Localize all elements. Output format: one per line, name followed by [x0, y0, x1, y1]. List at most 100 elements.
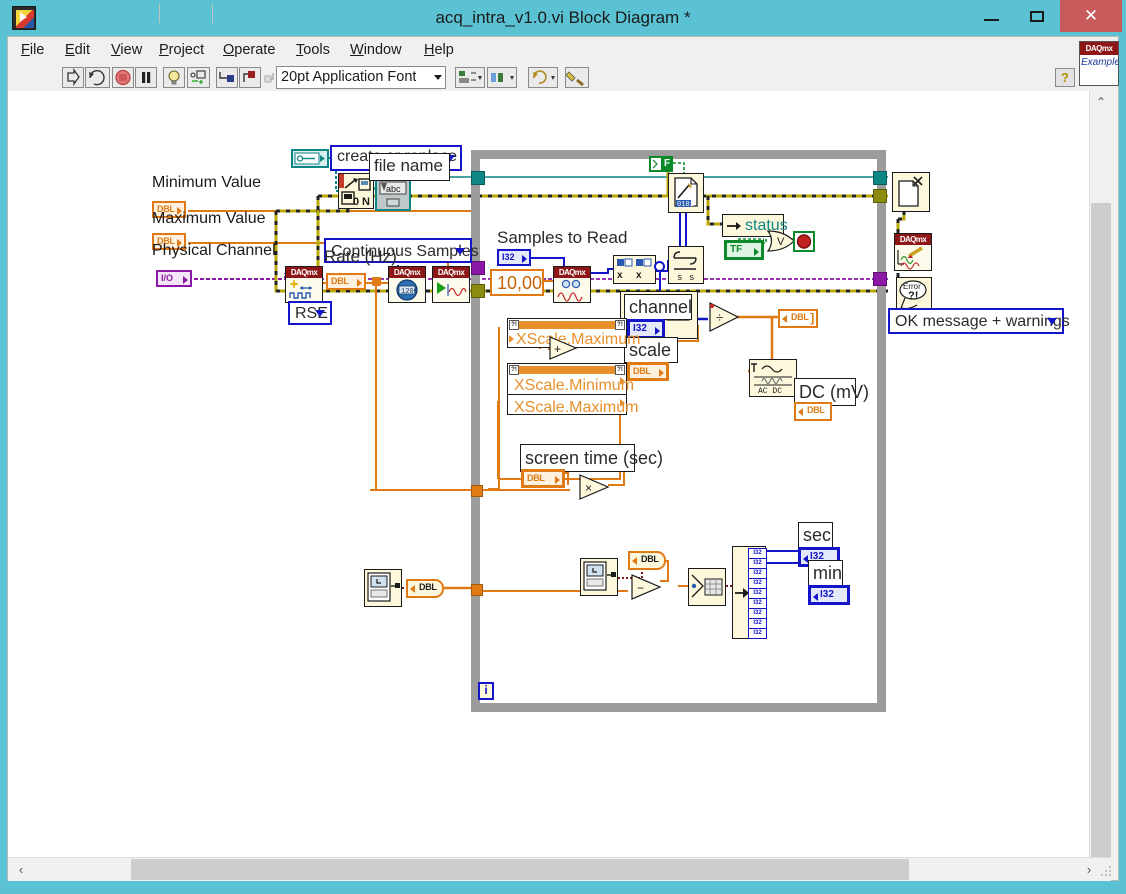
xscale-minimum-row[interactable]: XScale.Minimum	[514, 378, 634, 394]
daqmx-create-virtual-channel-vi[interactable]: DAQmx	[285, 266, 323, 303]
tunnel-file-refnum[interactable]	[471, 171, 485, 185]
step-over-button[interactable]	[239, 67, 261, 88]
tunnel-error-in[interactable]	[471, 284, 485, 298]
maximum-value-label: Maximum Value	[152, 210, 266, 227]
font-selector[interactable]: 20pt Application Font	[276, 66, 446, 89]
daqmx-start-task-vi[interactable]: DAQmx	[432, 266, 470, 303]
false-constant[interactable]: F	[649, 156, 674, 172]
menu-item-help[interactable]: Help	[417, 37, 461, 64]
rate-hz-terminal[interactable]: DBL	[326, 273, 366, 290]
daqmx-timing-vi[interactable]: DAQmx 1200	[388, 266, 426, 303]
current-time-dbl-indicator[interactable]: DBL	[628, 551, 666, 570]
loop-iteration-terminal[interactable]: i	[478, 682, 494, 700]
menu-item-edit[interactable]: Edit	[58, 37, 97, 64]
close-icon: ✕	[1083, 6, 1099, 25]
pause-button[interactable]	[135, 67, 157, 88]
array-index-node[interactable]: x x	[613, 255, 656, 284]
screen-time-terminal[interactable]: DBL	[521, 469, 565, 488]
write-to-text-file-vi[interactable]: 0101	[668, 173, 704, 213]
svg-text:x: x	[617, 270, 623, 281]
unbundle-cluster-node[interactable]: I32 I32 I32 I32 I32 I32 I32 I32 I32	[732, 546, 767, 639]
stop-button-terminal[interactable]	[793, 231, 815, 252]
title-bar: acq_intra_v1.0.vi Block Diagram * ✕	[0, 0, 1126, 36]
horizontal-scroll-thumb[interactable]	[131, 859, 909, 880]
minimize-button[interactable]	[968, 0, 1014, 32]
false-constant-value: F	[661, 157, 674, 171]
seconds-to-date-time-vi[interactable]	[688, 568, 726, 606]
daqmx-read-vi[interactable]: DAQmx	[553, 266, 591, 303]
step-into-button[interactable]	[216, 67, 238, 88]
tunnel-timestamp[interactable]	[471, 584, 483, 596]
vertical-scrollbar[interactable]: ⌃	[1089, 91, 1112, 863]
horizontal-scrollbar[interactable]: ‹ ›	[8, 857, 1111, 881]
rate-value-constant[interactable]: 10,00	[490, 269, 544, 296]
scroll-right-arrow[interactable]: ›	[1078, 858, 1100, 881]
vertical-scroll-thumb[interactable]	[1091, 203, 1111, 863]
scroll-left-arrow[interactable]: ‹	[10, 858, 32, 881]
resize-grip[interactable]	[1100, 864, 1112, 876]
run-button[interactable]	[62, 67, 84, 88]
retain-wire-values-button[interactable]	[187, 67, 210, 88]
dc-mv-terminal[interactable]: DBL	[794, 402, 832, 421]
tunnel-screen-time[interactable]	[471, 485, 483, 497]
abort-execution-button[interactable]	[112, 67, 134, 88]
sec-label: sec	[798, 522, 833, 549]
samples-to-read-label: Samples to Read	[497, 228, 628, 247]
rse-terminal-config-enum[interactable]: RSE	[288, 301, 332, 325]
menu-item-view[interactable]: View	[104, 37, 149, 64]
ac-dc-estimator-vi[interactable]: AC DC	[749, 359, 797, 397]
close-button[interactable]: ✕	[1060, 0, 1122, 32]
get-date-time-in-seconds-vi-left[interactable]	[364, 569, 402, 607]
ok-message-warnings-enum[interactable]: OK message + warnings	[888, 308, 1070, 334]
array-subset-node[interactable]: s s	[668, 246, 704, 284]
stop-boolean-terminal[interactable]: TF	[724, 240, 764, 260]
subtract-glyph: −	[637, 581, 644, 595]
context-help-button[interactable]: ?	[1055, 68, 1075, 87]
menu-item-tools[interactable]: Tools	[289, 37, 337, 64]
align-objects-button[interactable]	[455, 67, 485, 88]
xscale-maximum-row-2[interactable]: XScale.Maximum	[514, 400, 638, 416]
distribute-objects-button[interactable]	[487, 67, 517, 88]
subtract-operator[interactable]: −	[630, 573, 662, 601]
get-date-time-in-seconds-vi-loop[interactable]	[580, 558, 618, 596]
maximize-button[interactable]	[1014, 0, 1060, 32]
start-time-dbl-indicator[interactable]: DBL	[406, 579, 444, 598]
file-name-string-control[interactable]: abc	[375, 177, 411, 211]
menu-bar: File Edit View Project Operate Tools Win…	[8, 37, 1065, 65]
scroll-up-arrow[interactable]: ⌃	[1090, 91, 1112, 113]
reorder-button[interactable]	[528, 67, 558, 88]
clean-up-diagram-button[interactable]	[565, 67, 589, 88]
channel-label: channel	[624, 294, 692, 320]
run-continuously-button[interactable]	[85, 67, 110, 88]
minimum-value-label: Minimum Value	[152, 174, 262, 191]
svg-text:V: V	[777, 236, 785, 248]
tunnel-task-in[interactable]	[471, 261, 485, 275]
close-file-vi[interactable]	[892, 172, 930, 212]
menu-item-project[interactable]: Project	[152, 37, 211, 64]
samples-to-read-terminal[interactable]: I32	[497, 249, 531, 266]
acquired-value-indicator[interactable]: DBL ]	[778, 309, 818, 328]
daqmx-clear-task-vi[interactable]: DAQmx	[894, 233, 932, 271]
daqmx-header-label: DAQmx	[554, 267, 590, 278]
svg-text:AC DC: AC DC	[758, 387, 782, 396]
menu-item-file[interactable]: File	[14, 37, 51, 64]
highlight-execution-button[interactable]	[163, 67, 185, 88]
divide-operator[interactable]: ÷	[708, 301, 740, 333]
add-operator[interactable]: +	[548, 335, 578, 361]
block-diagram-canvas[interactable]: i Minimum Value DBL Maximum Value DBL Ph…	[8, 91, 1089, 857]
screen-time-label: screen time (sec)	[520, 444, 663, 472]
menu-item-window[interactable]: Window	[343, 37, 409, 64]
tunnel-file-refnum-out[interactable]	[873, 171, 887, 185]
xscale-min-max-property-node[interactable]: ?! ?! XScale.Minimum XScale.Maximum	[507, 363, 638, 416]
tunnel-error-out[interactable]	[873, 189, 887, 203]
menu-item-operate[interactable]: Operate	[216, 37, 282, 64]
multiply-operator[interactable]: ×	[578, 473, 610, 501]
daqmx-header-label: DAQmx	[286, 267, 322, 278]
font-selector-value: 20pt Application Font	[281, 69, 417, 85]
tunnel-task-out[interactable]	[873, 272, 887, 286]
file-path-constant[interactable]	[291, 149, 329, 168]
min-terminal[interactable]: I32	[808, 585, 850, 605]
daqmx-header-label: DAQmx	[389, 267, 425, 278]
physical-channel-terminal[interactable]: I/O	[156, 270, 192, 287]
divide-glyph: ÷	[716, 310, 723, 325]
